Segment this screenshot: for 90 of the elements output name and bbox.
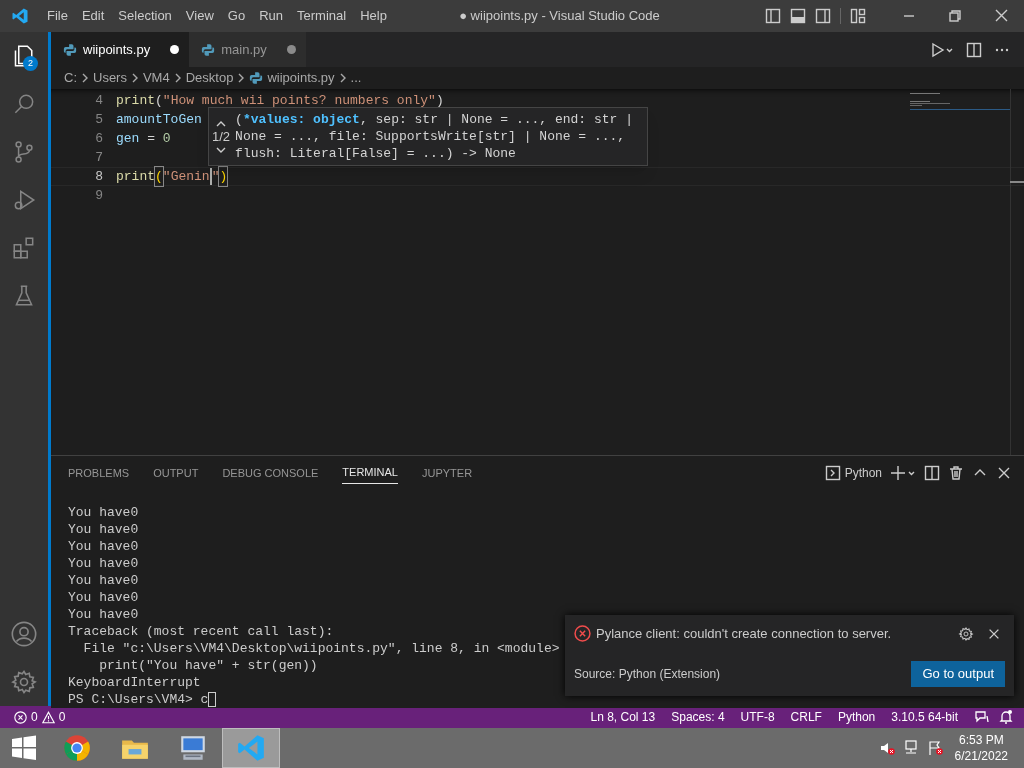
window-title: ● wiipoints.py - Visual Studio Code: [458, 7, 661, 26]
status-item[interactable]: 3.10.5 64-bit: [883, 708, 966, 726]
line-number: 9: [94, 186, 103, 205]
menu-item[interactable]: View: [178, 4, 221, 28]
terminal-line: You have0: [68, 521, 139, 538]
terminal-profile[interactable]: Python: [824, 464, 882, 482]
python-file-icon: [201, 42, 216, 57]
code-line[interactable]: print("How much wii points? numbers only"): [116, 90, 444, 111]
terminal-cursor: [208, 692, 217, 707]
volume-muted-icon[interactable]: [878, 740, 895, 756]
terminal-line: You have0: [68, 555, 139, 572]
terminal-line: Traceback (most recent call last):: [68, 623, 334, 640]
overload-counter: 1/2: [212, 128, 231, 145]
terminal-line: File "c:\Users\VM4\Desktop\wiipoints.py", line 8, in <module>: [82, 640, 560, 657]
split-terminal-icon[interactable]: [924, 465, 940, 481]
run-icon[interactable]: [930, 41, 954, 58]
menu-item[interactable]: Go: [220, 4, 253, 28]
windows-start-icon[interactable]: [11, 735, 37, 761]
line-number: 8: [94, 167, 103, 186]
python-file-icon: [249, 71, 264, 85]
line-number: 5: [94, 110, 103, 129]
breadcrumb-item[interactable]: ...: [350, 68, 362, 88]
customize-layout-icon[interactable]: [850, 8, 866, 24]
terminal-icon: [824, 465, 841, 481]
status-item[interactable]: Spaces: 4: [663, 708, 733, 726]
menu-item[interactable]: File: [40, 4, 75, 28]
status-item[interactable]: Python: [829, 708, 884, 726]
signature-text: flush: Literal[False] = ...) -> None: [235, 145, 517, 162]
status-item[interactable]: CRLF: [782, 708, 830, 726]
toggle-sidebar-icon[interactable]: [765, 8, 781, 24]
terminal-line: You have0: [68, 538, 139, 555]
terminal-line: You have0: [68, 572, 139, 589]
breadcrumb-item[interactable]: Desktop: [185, 68, 234, 88]
breadcrumb-item[interactable]: Users: [93, 68, 127, 88]
chrome-icon[interactable]: [62, 733, 92, 763]
trash-icon[interactable]: [948, 465, 964, 481]
toggle-panel-icon[interactable]: [790, 8, 806, 24]
menu-item[interactable]: Terminal: [290, 4, 354, 28]
breadcrumb-item[interactable]: wiipoints.py: [267, 68, 335, 88]
feedback-icon[interactable]: [974, 709, 990, 725]
clock[interactable]: 6:53 PM 6/21/2022: [954, 732, 1008, 764]
terminal-line: You have0: [68, 606, 139, 623]
notification-source: Source: Python (Extension): [574, 666, 721, 683]
line-number: 7: [94, 148, 103, 167]
notification-message: Pylance client: couldn't create connection to server.: [596, 625, 893, 643]
error-icon: [14, 710, 27, 724]
terminal-line: KeyboardInterrupt: [68, 674, 201, 691]
code-line[interactable]: print("Genin"): [116, 166, 228, 187]
breadcrumb-item[interactable]: VM4: [142, 68, 170, 88]
account-icon[interactable]: [10, 620, 38, 648]
terminal-prompt[interactable]: PS C:\Users\VM4> c: [68, 691, 209, 708]
notifications-bell-icon[interactable]: [998, 709, 1014, 725]
panel-tab[interactable]: TERMINAL: [342, 462, 398, 484]
panel-tab[interactable]: DEBUG CONSOLE: [222, 462, 319, 484]
signature-text: (*values: object, sep: str | None = ..., end: str |: [235, 111, 633, 128]
panel-tab[interactable]: OUTPUT: [153, 462, 199, 484]
menu-item[interactable]: Selection: [111, 4, 179, 28]
panel-tab[interactable]: JUPYTER: [421, 462, 473, 484]
terminal-line: print("You have" + str(gen)): [98, 657, 318, 674]
go-to-output-button[interactable]: Go to output: [911, 661, 1005, 687]
menu-item[interactable]: Edit: [74, 4, 112, 28]
network-icon[interactable]: [902, 740, 919, 756]
toggle-secondary-sidebar-icon[interactable]: [815, 8, 831, 24]
computer-icon[interactable]: [178, 733, 208, 763]
line-number: 6: [94, 129, 103, 148]
vscode-logo-icon: [11, 7, 29, 25]
badge: 2: [23, 56, 38, 71]
split-editor-icon[interactable]: [966, 41, 982, 58]
menu-item[interactable]: Run: [252, 4, 290, 28]
flag-icon[interactable]: [926, 740, 943, 756]
plus-icon[interactable]: [890, 465, 916, 481]
status-item[interactable]: UTF-8: [732, 708, 783, 726]
close-icon[interactable]: [996, 465, 1012, 481]
code-line[interactable]: amountToGen: [116, 109, 202, 130]
editor-tab[interactable]: main.py: [189, 32, 306, 67]
code-line[interactable]: gen = 0: [116, 128, 171, 149]
warning-icon: [41, 710, 55, 724]
breadcrumb-item[interactable]: C:: [64, 68, 77, 88]
panel-tab[interactable]: PROBLEMS: [68, 462, 130, 484]
terminal-line: You have0: [68, 589, 139, 606]
python-file-icon: [63, 42, 77, 57]
settings-icon[interactable]: [958, 625, 974, 642]
editor-tab[interactable]: wiipoints.py: [51, 32, 190, 67]
error-icon: [574, 625, 591, 643]
line-number: 4: [94, 91, 103, 110]
menu-item[interactable]: Help: [353, 4, 394, 28]
terminal-line: You have0: [68, 504, 139, 521]
status-item[interactable]: Ln 8, Col 13: [582, 708, 664, 726]
signature-text: None = ..., file: SupportsWrite[str] | None = ...,: [235, 128, 627, 145]
problems-indicator[interactable]: 0 0: [0, 706, 72, 728]
